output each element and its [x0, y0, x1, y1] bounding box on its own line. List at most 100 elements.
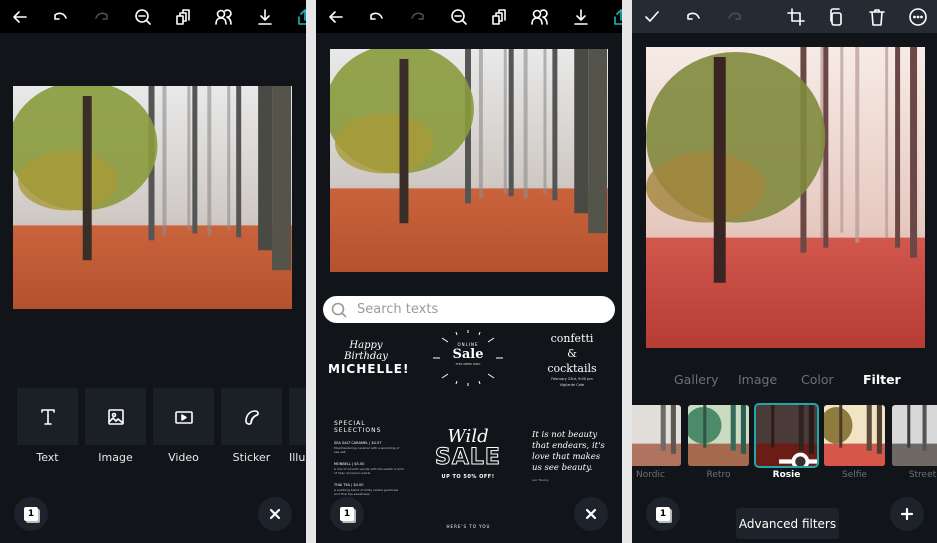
- pages-button[interactable]: 1: [14, 497, 48, 531]
- add-element-tiles: Text Image Video Sticker Illu: [17, 388, 306, 468]
- filter-label: Retro: [706, 470, 731, 480]
- text-icon: [40, 408, 55, 425]
- share-icon[interactable]: [292, 4, 306, 30]
- editor-screen-filters: Gallery Image Color Filter Nordic Retro …: [632, 0, 937, 543]
- search-texts-field[interactable]: [323, 296, 615, 323]
- template-script-text: Wild: [447, 426, 489, 447]
- filter-label: Rosie: [772, 470, 801, 480]
- editor-screen-text-picker: Happy Birthday MICHELLE! ONLINE Sale THI…: [316, 0, 622, 543]
- tile-label: Text: [36, 451, 59, 464]
- add-image-tile[interactable]: Image: [85, 388, 146, 464]
- copy-icon[interactable]: [823, 4, 849, 30]
- template-confetti-cocktails[interactable]: confetti & cocktails February 23rd, 9:00…: [538, 331, 606, 388]
- design-canvas-photo[interactable]: [330, 49, 608, 272]
- sunburst-decoration: [433, 330, 503, 386]
- page-count-badge: 1: [340, 507, 354, 521]
- duplicate-pages-icon[interactable]: [486, 4, 512, 30]
- add-sticker-tile[interactable]: Sticker: [221, 388, 282, 464]
- top-toolbar: [316, 0, 622, 33]
- template-quote-text: It is not beauty that endears, it's love…: [532, 430, 605, 473]
- add-button[interactable]: [890, 497, 924, 531]
- trash-icon[interactable]: [864, 4, 890, 30]
- more-icon[interactable]: [905, 4, 931, 30]
- close-icon: [585, 508, 597, 520]
- template-wild-sale[interactable]: Wild SALE UP TO 50% OFF!: [428, 426, 508, 481]
- collaborate-icon[interactable]: [211, 4, 237, 30]
- search-input[interactable]: [357, 302, 597, 317]
- template-quote-author: Leo Tolstoy: [532, 478, 549, 482]
- forest-photo-rosie: [646, 47, 925, 348]
- tab-filter[interactable]: Filter: [863, 372, 901, 387]
- redo-icon[interactable]: [722, 4, 748, 30]
- duplicate-pages-icon[interactable]: [170, 4, 196, 30]
- redo-icon[interactable]: [405, 4, 431, 30]
- forest-photo: [330, 49, 608, 272]
- undo-icon[interactable]: [680, 4, 706, 30]
- forest-photo: [13, 86, 292, 309]
- illustration-icon: [289, 388, 306, 445]
- pages-button[interactable]: 1: [330, 497, 364, 531]
- add-video-tile[interactable]: Video: [153, 388, 214, 464]
- template-main-text: SALE: [435, 445, 501, 470]
- sticker-icon: [244, 409, 259, 425]
- template-item-desc: A mix of smooth vanilla with the subtle …: [334, 467, 404, 475]
- search-icon: [331, 302, 347, 318]
- tab-image[interactable]: Image: [738, 372, 777, 387]
- collaborate-icon[interactable]: [527, 4, 553, 30]
- tile-label: Video: [168, 451, 199, 464]
- filter-label: Nordic: [636, 470, 665, 480]
- filter-label: Street: [908, 470, 937, 480]
- close-button[interactable]: [258, 497, 292, 531]
- template-heading: SPECIAL SELECTIONS: [334, 420, 382, 434]
- advanced-filters-button[interactable]: Advanced filters: [736, 508, 839, 539]
- template-heres-to-you[interactable]: HERE'S TO YOU: [416, 524, 521, 529]
- back-arrow-icon[interactable]: [7, 4, 33, 30]
- tile-label: Illu: [289, 451, 306, 464]
- template-detail: Vigilante Cafe: [559, 383, 585, 387]
- tab-gallery[interactable]: Gallery: [674, 372, 719, 387]
- template-item-desc: A soothing blend of milky vanilla goodne…: [334, 488, 399, 496]
- back-arrow-icon[interactable]: [323, 4, 349, 30]
- adjust-slider-icon[interactable]: [776, 431, 817, 466]
- filter-thumb-street[interactable]: [892, 405, 937, 466]
- undo-icon[interactable]: [363, 4, 389, 30]
- download-icon[interactable]: [252, 4, 278, 30]
- template-online-sale[interactable]: ONLINE Sale THIS WEEK ONLY: [428, 328, 508, 388]
- pages-button[interactable]: 1: [646, 497, 680, 531]
- redo-icon[interactable]: [89, 4, 115, 30]
- add-text-tile[interactable]: Text: [17, 388, 78, 464]
- template-name-text: MICHELLE!: [328, 362, 410, 376]
- add-illustration-tile[interactable]: Illu: [289, 388, 306, 464]
- share-icon[interactable]: [608, 4, 622, 30]
- undo-icon[interactable]: [47, 4, 73, 30]
- crop-icon[interactable]: [783, 4, 809, 30]
- zoom-out-icon[interactable]: [130, 4, 156, 30]
- template-item-desc: Mouthwatering caramel with a sprinkling …: [334, 446, 400, 454]
- top-toolbar: [632, 0, 937, 33]
- template-sub-text: UP TO 50% OFF!: [441, 474, 495, 480]
- tab-color[interactable]: Color: [801, 372, 834, 387]
- design-canvas-photo[interactable]: [13, 86, 292, 309]
- template-line: &: [567, 347, 577, 360]
- template-quote[interactable]: It is not beauty that endears, it's love…: [532, 430, 612, 482]
- filter-thumb-nordic[interactable]: [632, 405, 681, 466]
- zoom-out-icon[interactable]: [446, 4, 472, 30]
- top-toolbar: [0, 0, 306, 33]
- download-icon[interactable]: [568, 4, 594, 30]
- filter-thumb-selfie[interactable]: [824, 405, 885, 466]
- filter-carousel: Nordic Retro Rosie Selfie Street: [632, 403, 937, 485]
- template-happy-birthday[interactable]: Happy Birthday MICHELLE!: [328, 340, 410, 376]
- template-line: cocktails: [547, 362, 597, 375]
- template-special-selections[interactable]: SPECIAL SELECTIONS SEA SALT CARAMEL | $4…: [334, 420, 404, 504]
- close-icon: [269, 508, 281, 520]
- edit-tabs: Gallery Image Color Filter: [632, 372, 937, 390]
- close-button[interactable]: [574, 497, 608, 531]
- video-icon: [174, 410, 193, 424]
- editor-screen-add-elements: Text Image Video Sticker Illu 1: [0, 0, 306, 543]
- tile-label: Sticker: [232, 451, 271, 464]
- filter-thumb-rosie[interactable]: [754, 403, 819, 468]
- filter-thumb-retro[interactable]: [688, 405, 749, 466]
- tile-label: Image: [98, 451, 133, 464]
- check-icon[interactable]: [639, 4, 665, 30]
- selected-photo-preview[interactable]: [646, 47, 925, 348]
